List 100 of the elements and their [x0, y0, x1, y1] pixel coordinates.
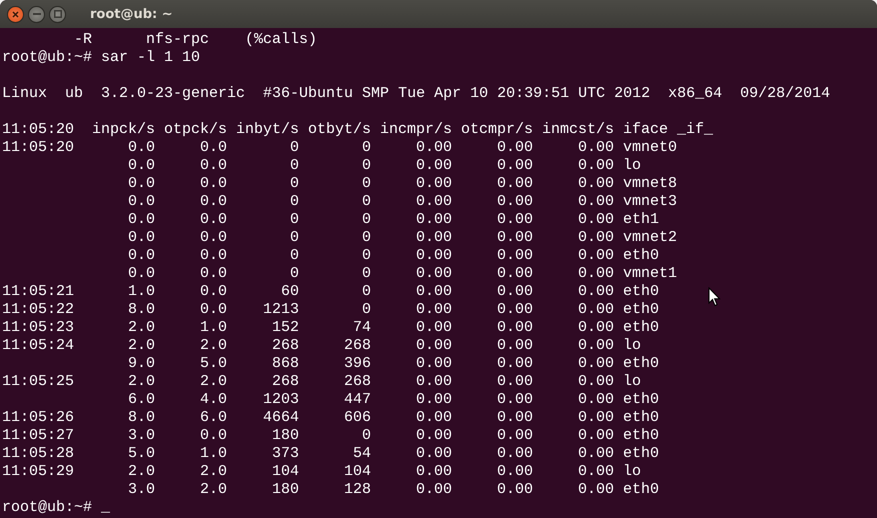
table-cell-text: 0.00	[496, 355, 533, 373]
table-cell-text: 0.00	[576, 301, 614, 319]
table-cell-text: 0.00	[576, 193, 614, 211]
table-cell-text: 1203	[262, 391, 299, 409]
table-cell-text: 0.00	[576, 265, 614, 283]
time-cell: 11:05:29	[2, 463, 74, 481]
table-cell-text: 0.00	[496, 409, 533, 427]
column-header: 11:05:20	[2, 121, 74, 139]
table-cell-text: 0	[360, 427, 371, 445]
table-cell-text: vmnet8	[623, 175, 678, 193]
time-cell: 11:05:27	[2, 427, 74, 445]
table-cell-text: 0.0	[198, 427, 227, 445]
table-cell-text: lo	[623, 463, 642, 481]
table-cell-text: 0.00	[414, 247, 452, 265]
table-cell-text: 0.0	[126, 229, 155, 247]
table-cell-text: 0.0	[126, 247, 155, 265]
table-cell-text: 0.0	[198, 139, 227, 157]
table-cell-text: 0.0	[198, 229, 227, 247]
table-cell-text: eth0	[623, 301, 660, 319]
column-header: inpck/s	[90, 121, 155, 139]
column-header: incmpr/s	[378, 121, 452, 139]
minimize-button[interactable]	[28, 6, 45, 22]
table-cell-text: 0	[288, 157, 299, 175]
mouse-pointer-icon	[708, 287, 721, 307]
table-cell-text: 0.00	[496, 481, 533, 499]
maximize-button[interactable]	[49, 6, 66, 22]
table-cell-text: 0	[360, 283, 371, 301]
table-cell-text: 0.00	[496, 337, 533, 355]
table-cell-text: 180	[270, 427, 299, 445]
table-cell-text: 868	[270, 355, 299, 373]
table-cell-text: 2.0	[198, 463, 227, 481]
table-cell-text: 0.00	[576, 319, 614, 337]
table-cell-text: 0.00	[414, 211, 452, 229]
table-cell-text: 104	[270, 463, 299, 481]
table-cell-text: 0.00	[414, 355, 452, 373]
table-cell-text: 0.00	[576, 229, 614, 247]
column-header: inbyt/s	[234, 121, 299, 139]
minimize-icon	[32, 13, 40, 15]
table-cell-text: 2.0	[126, 373, 155, 391]
table-cell-text: 128	[342, 481, 371, 499]
table-cell-text: 0	[360, 229, 371, 247]
table-cell-text: 0.00	[414, 265, 452, 283]
table-cell-text: 0.00	[496, 139, 533, 157]
table-cell-text: 1.0	[198, 319, 227, 337]
table-cell-text: eth0	[623, 481, 660, 499]
close-button[interactable]	[7, 6, 24, 22]
table-cell-text: 0.00	[414, 463, 452, 481]
table-cell-text: 3.0	[126, 481, 155, 499]
table-cell-text: 4.0	[198, 391, 227, 409]
table-cell-text: 0.00	[496, 229, 533, 247]
table-cell-text: 2.0	[126, 319, 155, 337]
table-cell-text: 8.0	[126, 301, 155, 319]
column-header: otbyt/s	[306, 121, 371, 139]
table-cell-text: eth0	[623, 319, 660, 337]
table-cell-text: eth0	[623, 391, 660, 409]
table-cell-text: lo	[623, 157, 642, 175]
table-cell-text: 0.00	[496, 283, 533, 301]
table-cell-text: 74	[352, 319, 371, 337]
table-cell-text: 0.00	[576, 427, 614, 445]
table-cell-text: vmnet1	[623, 265, 678, 283]
table-cell-text: 9.0	[126, 355, 155, 373]
table-cell-text: 0.00	[414, 337, 452, 355]
table-cell-text: eth0	[623, 355, 660, 373]
table-cell-text: 0.00	[414, 319, 452, 337]
table-cell-text: 447	[342, 391, 371, 409]
time-cell: 11:05:25	[2, 373, 74, 391]
table-cell-text: 2.0	[126, 463, 155, 481]
table-cell-text: 0.00	[414, 391, 452, 409]
table-cell-text: eth0	[623, 409, 660, 427]
table-cell-text: 0.0	[126, 265, 155, 283]
time-cell: 11:05:24	[2, 337, 74, 355]
table-cell-text: 3.0	[126, 427, 155, 445]
table-cell-text: 0.0	[126, 139, 155, 157]
table-cell-text: 0.00	[576, 355, 614, 373]
table-cell-text: 373	[270, 445, 299, 463]
table-cell-text: 0.00	[496, 445, 533, 463]
table-cell-text: 606	[342, 409, 371, 427]
column-header: otcmpr/s	[460, 121, 533, 139]
cursor: _	[101, 499, 110, 516]
table-cell-text: 0.00	[414, 409, 452, 427]
table-cell-text: 268	[270, 373, 299, 391]
table-cell-text: 6.0	[126, 391, 155, 409]
table-cell-text: 0.00	[576, 373, 614, 391]
table-cell-text: 0.00	[576, 445, 614, 463]
table-cell-text: 0.00	[576, 211, 614, 229]
table-cell-text: 0.0	[126, 193, 155, 211]
time-cell: 11:05:26	[2, 409, 74, 427]
table-cell-text: 0.00	[496, 211, 533, 229]
table-cell-text: 0.0	[198, 193, 227, 211]
maximize-icon	[54, 10, 62, 18]
table-cell-text: 0.00	[576, 409, 614, 427]
table-cell-text: 60	[280, 283, 299, 301]
table-cell-text: 0.00	[576, 463, 614, 481]
table-cell-text: 0.00	[414, 427, 452, 445]
table-cell-text: 0.00	[414, 481, 452, 499]
table-cell-text: 0	[288, 247, 299, 265]
table-cell-text: 268	[342, 373, 371, 391]
table-cell-text: 0.00	[496, 373, 533, 391]
table-cell-text: 2.0	[198, 373, 227, 391]
table-cell-text: 152	[270, 319, 299, 337]
